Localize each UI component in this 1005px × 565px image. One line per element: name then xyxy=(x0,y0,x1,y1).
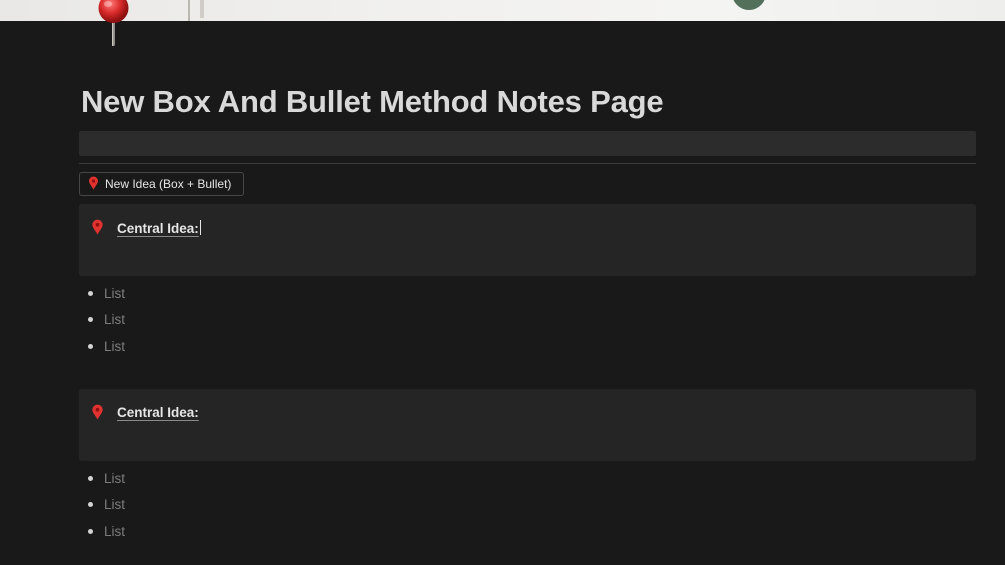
cover-leaf-decoration xyxy=(732,0,766,10)
bullet-list: List List List xyxy=(88,280,125,360)
cover-stem-decoration xyxy=(200,0,204,18)
cover-image[interactable] xyxy=(0,0,1005,21)
bullet-dot xyxy=(88,502,93,508)
bullet-dot xyxy=(88,343,93,349)
divider xyxy=(79,163,976,164)
round-pushpin-icon[interactable] xyxy=(91,219,104,240)
page-title[interactable]: New Box And Bullet Method Notes Page xyxy=(81,84,664,120)
bullet-dot xyxy=(88,317,93,323)
list-item[interactable]: List xyxy=(88,518,125,545)
list-item[interactable]: List xyxy=(88,333,125,360)
bullet-list: List List List xyxy=(88,465,125,545)
list-item[interactable]: List xyxy=(88,492,125,519)
callout-heading[interactable]: Central Idea: xyxy=(117,220,201,236)
round-pushpin-icon[interactable] xyxy=(91,404,104,425)
bullet-dot xyxy=(88,528,93,534)
template-button-label: New Idea (Box + Bullet) xyxy=(105,177,232,191)
bullet-dot xyxy=(88,475,93,481)
new-idea-template-button[interactable]: New Idea (Box + Bullet) xyxy=(79,172,244,196)
pushpin-icon[interactable] xyxy=(95,0,133,48)
list-item[interactable]: List xyxy=(88,307,125,334)
round-pushpin-icon xyxy=(88,176,99,193)
callout-block[interactable]: Central Idea: xyxy=(79,389,976,461)
bullet-dot xyxy=(88,290,93,296)
text-cursor xyxy=(199,220,201,235)
list-item[interactable]: List xyxy=(88,465,125,492)
list-item[interactable]: List xyxy=(88,280,125,307)
callout-heading[interactable]: Central Idea: xyxy=(117,405,199,420)
properties-bar[interactable] xyxy=(79,131,976,156)
cover-stem-decoration xyxy=(188,0,190,21)
callout-block[interactable]: Central Idea: xyxy=(79,204,976,276)
